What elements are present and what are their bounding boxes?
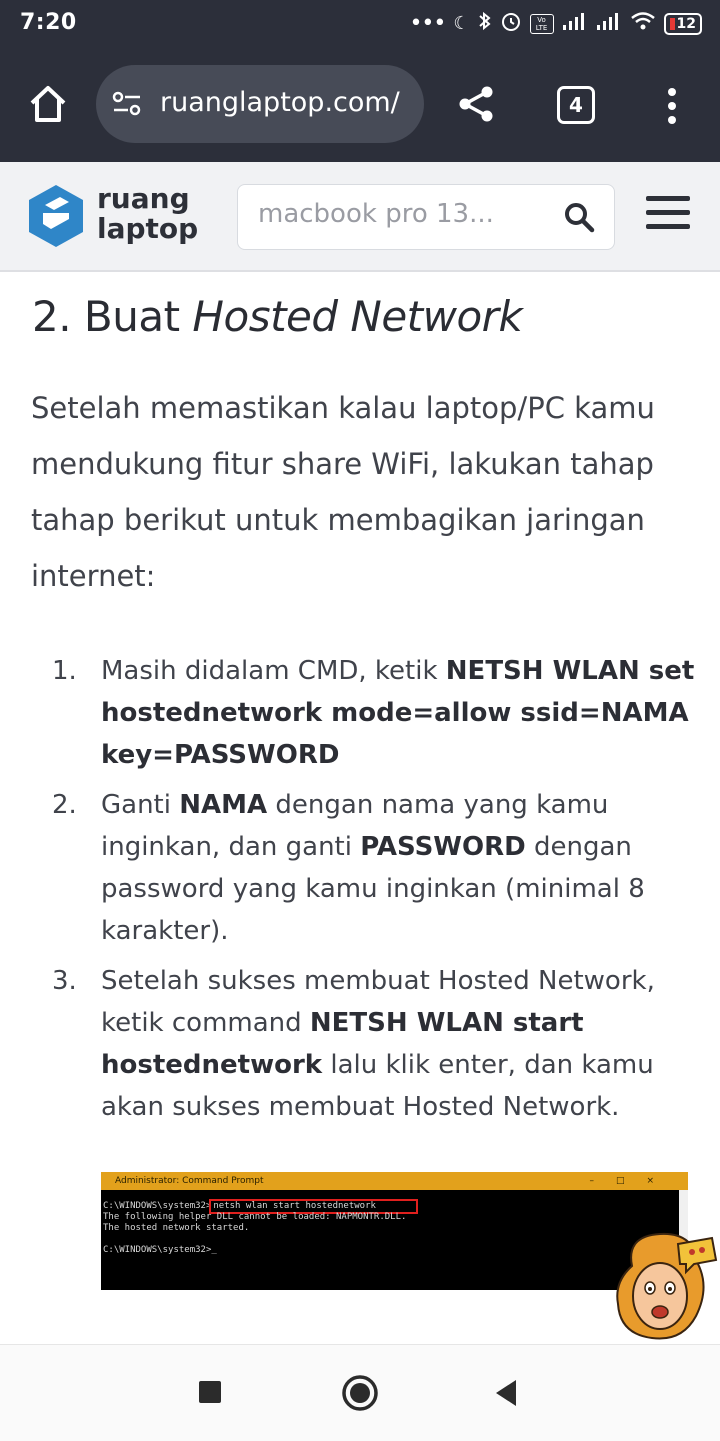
bluetooth-icon [478, 10, 492, 37]
cmd-prompt: C:\WINDOWS\system32>_ [103, 1245, 217, 1255]
site-info-icon[interactable] [112, 90, 142, 118]
battery-icon: 12 [663, 12, 702, 35]
signal-icon [562, 11, 588, 36]
step-number: 1. [52, 656, 77, 686]
cmd-output-line: The hosted network started. [103, 1223, 250, 1233]
cmd-body: C:\WINDOWS\system32> netsh wlan start hos… [101, 1190, 688, 1256]
search-icon[interactable] [563, 201, 595, 233]
article-content: 2. Buat Hosted Network Setelah memastika… [10, 272, 712, 1342]
list-item: 3. Setelah sukses membuat Hosted Network,… [52, 960, 700, 1128]
tab-switcher-button[interactable]: 4 [557, 86, 595, 124]
step-bold: NAMA [179, 790, 268, 820]
battery-level: 12 [676, 15, 696, 32]
cmd-title-text: Administrator: Command Prompt [115, 1176, 264, 1186]
list-item: 1. Masih didalam CMD, ketik NETSH WLAN se… [52, 650, 700, 776]
alarm-icon [500, 10, 522, 37]
url-text[interactable]: ruanglaptop.com/ [160, 87, 410, 118]
volte-icon: Vo LTE [529, 13, 554, 34]
overflow-menu-icon[interactable] [660, 84, 684, 128]
cmd-highlighted-command: netsh wlan start hostednetwork [209, 1199, 418, 1214]
ruanglaptop-logo[interactable] [26, 183, 86, 249]
site-search-box[interactable]: macbook pro 13... [237, 184, 615, 250]
home-circle-icon[interactable] [342, 1375, 378, 1411]
notification-dots-icon: ••• [409, 11, 446, 36]
step-number: 3. [52, 966, 77, 996]
cmd-output-line: The following helper DLL cannot be loade… [103, 1212, 407, 1222]
share-icon[interactable] [456, 84, 496, 124]
home-icon[interactable] [26, 82, 70, 126]
section-heading: 2. Buat Hosted Network [32, 292, 523, 342]
list-item: 2. Ganti NAMA dengan nama yang kamu ingin… [52, 784, 700, 952]
cmd-prompt: C:\WINDOWS\system32> [103, 1201, 212, 1211]
chat-sticker-icon[interactable] [612, 1226, 720, 1344]
status-icons: ••• ☾ Vo LTE 12 [409, 10, 702, 37]
cmd-window-title: Administrator: Command Prompt –□× [101, 1172, 688, 1190]
step-bold: PASSWORD [360, 832, 526, 862]
back-icon[interactable] [494, 1378, 518, 1408]
wifi-icon [630, 11, 656, 36]
step-text: Masih didalam CMD, ketik [101, 656, 446, 686]
heading-number: 2. Buat [32, 292, 193, 341]
command-prompt-screenshot: Administrator: Command Prompt –□× C:\WIND… [101, 1172, 688, 1290]
recent-apps-icon[interactable] [199, 1381, 221, 1403]
steps-list: 1. Masih didalam CMD, ketik NETSH WLAN se… [52, 650, 700, 1136]
logo-text[interactable]: ruang laptop [97, 184, 198, 244]
signal-2-icon [596, 11, 622, 36]
intro-paragraph: Setelah memastikan kalau laptop/PC kamu … [31, 391, 655, 593]
hamburger-menu-icon[interactable] [646, 196, 690, 234]
status-time: 7:20 [20, 10, 77, 35]
browser-toolbar: ruanglaptop.com/ 4 [0, 48, 720, 162]
step-number: 2. [52, 790, 77, 820]
search-input[interactable]: macbook pro 13... [258, 199, 548, 229]
window-controls-icon: –□× [589, 1176, 676, 1186]
logo-line-1: ruang [97, 182, 190, 215]
logo-line-2: laptop [97, 212, 199, 245]
status-bar: 7:20 ••• ☾ Vo LTE 12 [0, 0, 720, 48]
moon-icon: ☾ [453, 13, 470, 34]
heading-italic: Hosted Network [192, 292, 523, 341]
step-text: Ganti [101, 790, 180, 820]
address-bar[interactable]: ruanglaptop.com/ [96, 65, 424, 143]
site-header: ruang laptop macbook pro 13... [0, 162, 720, 272]
